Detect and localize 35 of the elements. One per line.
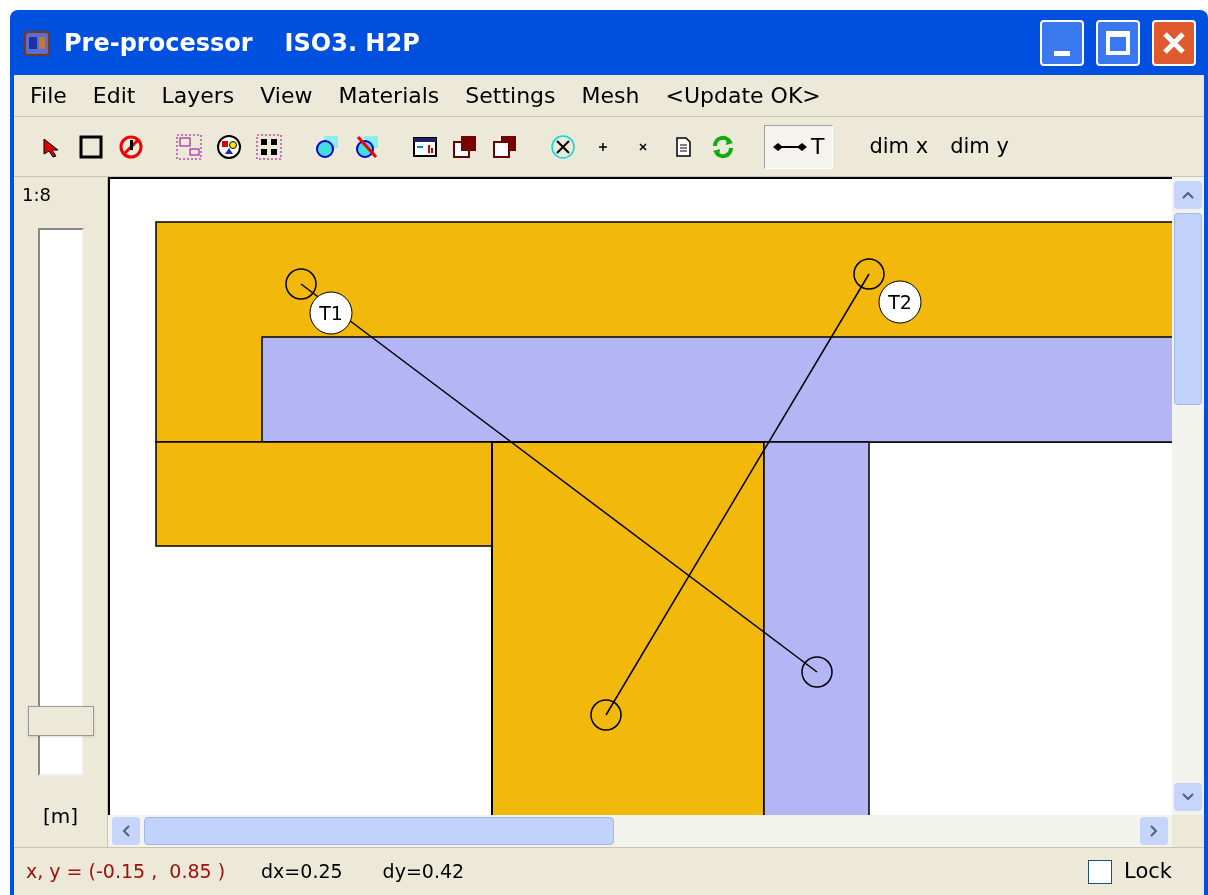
vertical-scrollbar[interactable] xyxy=(1172,177,1204,815)
minimize-button[interactable] xyxy=(1040,19,1084,66)
scroll-down-icon xyxy=(1182,793,1194,801)
point-tag[interactable]: T1 xyxy=(309,291,353,335)
coordinates: x, y = (-0.15 , 0.85 ) xyxy=(26,859,226,885)
scroll-right-icon xyxy=(1150,825,1158,837)
dx-value: dx=0.25 xyxy=(261,859,343,885)
toolbar-label[interactable]: dim x xyxy=(861,130,937,163)
point-tag[interactable]: T2 xyxy=(878,280,922,324)
menu-item[interactable]: Materials xyxy=(338,79,440,112)
dy-value: dy=0.42 xyxy=(382,859,465,885)
scale-slider-track[interactable] xyxy=(37,228,84,776)
scroll-left-icon xyxy=(122,825,130,837)
scale-slider-thumb[interactable] xyxy=(27,706,94,737)
menu-item[interactable]: Settings xyxy=(465,79,556,112)
menu-item[interactable]: Mesh xyxy=(581,79,640,112)
toolbar-label[interactable]: dim y xyxy=(942,130,1017,163)
dimension-tool-button[interactable]: T xyxy=(764,124,834,169)
lock-label: Lock xyxy=(1124,857,1172,885)
dimension-arrow-icon xyxy=(773,140,807,153)
close-button[interactable] xyxy=(1152,19,1196,66)
close-icon xyxy=(1161,29,1187,56)
window-title: Pre-processor xyxy=(64,27,253,59)
maximize-button[interactable] xyxy=(1096,19,1140,66)
menu-item[interactable]: <Update OK> xyxy=(665,79,821,112)
unit-label: [m] xyxy=(42,803,79,830)
horizontal-scrollbar[interactable] xyxy=(108,815,1172,847)
menu-item[interactable]: Layers xyxy=(161,79,235,112)
menu-item[interactable]: File xyxy=(30,79,67,112)
scroll-up-icon xyxy=(1182,191,1194,199)
scale-ratio: 1:8 xyxy=(21,183,51,207)
menu-item[interactable]: Edit xyxy=(92,79,136,112)
lock-checkbox[interactable] xyxy=(1088,859,1113,884)
file-name: ISO3. H2P xyxy=(284,27,420,59)
menu-item[interactable]: View xyxy=(260,79,313,112)
